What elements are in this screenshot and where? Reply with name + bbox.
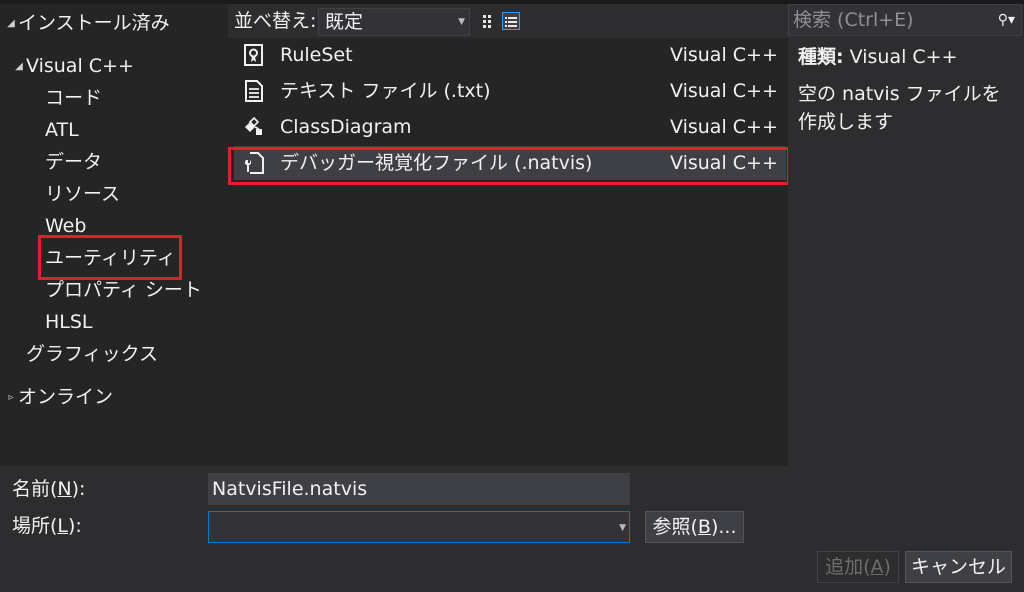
tree-item-hlsl[interactable]: HLSL [45,307,93,337]
chevron-down-icon[interactable]: ▼ [619,512,626,544]
tree-item-label: グラフィックス [26,343,159,365]
template-language: Visual C++ [670,44,778,66]
search-input[interactable]: 検索 (Ctrl+E) [793,5,914,35]
tree-item-data[interactable]: データ [45,147,102,177]
tree-item-atl[interactable]: ATL [45,115,79,145]
tree-item-online[interactable]: ▹ オンライン [4,382,113,412]
details-description: 空の natvis ファイルを作成します [798,83,1001,133]
list-view-icon[interactable] [502,12,520,30]
tree-item-label: ATL [45,119,79,141]
sort-label: 並べ替え: [234,10,317,32]
tree-item-resource[interactable]: リソース [45,179,120,209]
template-name: ClassDiagram [280,116,412,138]
details-type-value: Visual C++ [849,46,958,68]
template-list-panel: 並べ替え: 既定 ▼ RuleSet Visual C++ テキスト ファイル … [228,4,790,466]
name-label-text: 名前( [12,478,58,500]
sort-select-value: 既定 [325,11,364,33]
location-label-suffix: ): [68,515,82,537]
location-field[interactable]: ▼ [208,511,630,543]
browse-label: 参照( [652,516,698,538]
ruleset-icon [242,43,266,67]
name-label-suffix: ): [71,478,86,500]
form-area: 名前(N): NatvisFile.natvis 場所(L): ▼ 参照(B).… [0,466,1024,592]
grid-view-icon[interactable] [480,12,498,30]
tree-item-code[interactable]: コード [45,83,102,113]
highlight-box-natvis [228,147,790,185]
tree-item-label: Visual C++ [26,55,134,77]
location-label-text: 場所( [12,515,58,537]
details-type: 種類: Visual C++ [798,44,958,70]
template-category-tree: ◢ インストール済み ◢ Visual C++ コード ATL データ リソース W… [0,4,228,466]
search-icon[interactable]: ⚲▾ [998,5,1015,35]
template-language: Visual C++ [670,116,778,138]
tree-item-installed[interactable]: ◢ インストール済み [4,8,170,39]
expanded-triangle-icon[interactable]: ◢ [4,9,18,39]
name-label: 名前(N): [12,474,85,504]
location-label: 場所(L): [12,511,82,541]
cancel-button[interactable]: キャンセル [905,551,1012,583]
template-name: RuleSet [280,44,353,66]
browse-suffix: )... [710,516,737,538]
tree-item-label: HLSL [45,311,93,333]
expanded-triangle-icon[interactable]: ◢ [12,52,26,82]
tree-item-label: Web [45,215,87,237]
template-row-class-diagram[interactable]: ClassDiagram Visual C++ [234,110,786,144]
collapsed-triangle-icon[interactable]: ▹ [4,383,18,413]
tree-item-label: オンライン [18,386,114,408]
tree-item-visual-cpp[interactable]: ◢ Visual C++ [12,51,134,81]
search-box[interactable]: 検索 (Ctrl+E) ⚲▾ [788,4,1022,36]
location-label-key: L [57,515,69,537]
name-field[interactable]: NatvisFile.natvis [208,473,630,505]
highlight-box-utility [38,235,182,280]
template-row-ruleset[interactable]: RuleSet Visual C++ [234,38,786,72]
tree-item-label: データ [45,151,103,173]
template-row-text-file[interactable]: テキスト ファイル (.txt) Visual C++ [234,74,786,108]
sort-toolbar: 並べ替え: 既定 ▼ [228,4,788,38]
template-language: Visual C++ [670,80,778,102]
template-name: テキスト ファイル (.txt) [280,80,491,102]
tree-item-label: インストール済み [18,12,170,34]
browse-button[interactable]: 参照(B)... [645,511,744,543]
tree-item-label: リソース [45,183,121,205]
details-type-label: 種類: [798,46,844,68]
text-file-icon [242,79,266,103]
add-key: A [870,556,884,578]
chevron-down-icon: ▼ [458,17,465,27]
add-label: 追加( [825,556,871,578]
sort-select[interactable]: 既定 ▼ [318,8,470,36]
tree-item-label: コード [45,87,103,109]
class-diagram-icon [242,115,266,139]
details-panel: 検索 (Ctrl+E) ⚲▾ 種類: Visual C++ 空の natvis … [788,4,1024,466]
add-suffix: ) [883,556,891,578]
name-label-key: N [57,478,72,500]
add-button[interactable]: 追加(A) [817,551,899,583]
browse-key: B [697,516,711,538]
tree-item-label: プロパティ シート [45,279,202,301]
tree-item-graphics[interactable]: グラフィックス [26,339,158,369]
